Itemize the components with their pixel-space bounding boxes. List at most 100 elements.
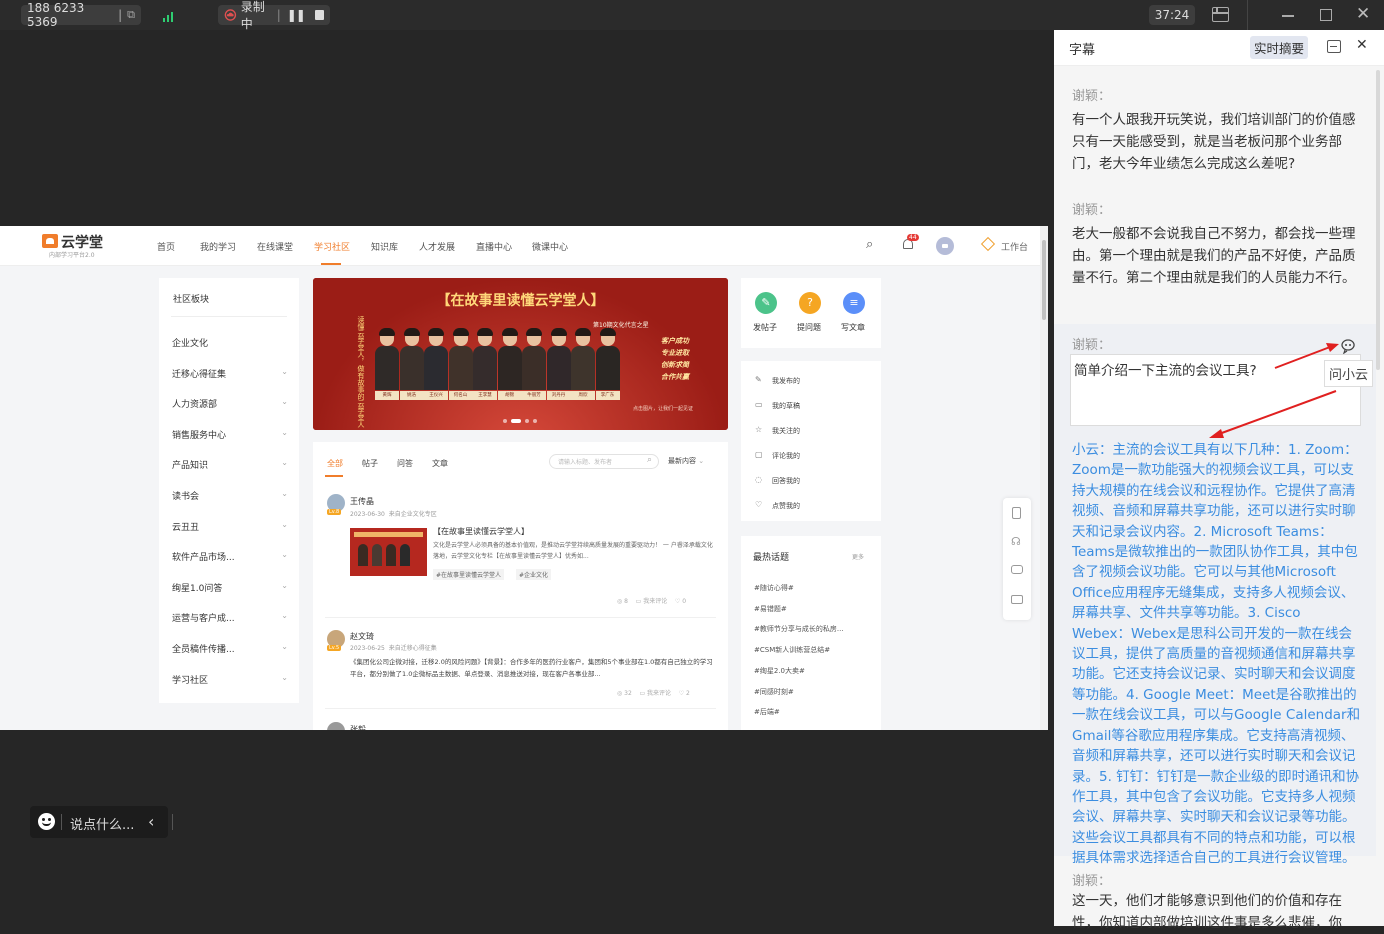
chevron-left-icon[interactable]: ‹ (148, 812, 154, 831)
post-title[interactable]: 【在故事里读懂云学堂人】 (433, 526, 529, 537)
close-icon[interactable]: ✕ (1356, 37, 1368, 53)
post-tag[interactable]: #企业文化 (516, 569, 552, 580)
nav-item-0[interactable]: 首页 (157, 240, 175, 253)
user-center-item[interactable]: 回答我的 (772, 476, 800, 486)
nav-item-6[interactable]: 直播中心 (476, 240, 512, 253)
workbench-link[interactable]: 工作台 (1001, 240, 1028, 253)
hot-topic[interactable]: #随访心得# (754, 583, 874, 593)
user-center-icon: ▭ (755, 400, 763, 409)
carousel-dot[interactable] (525, 419, 529, 423)
carousel-dot[interactable] (533, 419, 537, 423)
summary-button[interactable]: 实时摘要 (1250, 36, 1309, 59)
minimize-icon[interactable] (1282, 15, 1294, 17)
hot-topic[interactable]: #同感时刻# (754, 687, 874, 697)
post-thumbnail[interactable] (350, 528, 427, 576)
sidebar-item[interactable]: 迁移心得征集 ⌄ (172, 367, 288, 380)
divider: | (276, 8, 281, 22)
post-body: 文化是云学堂人必须具备的基本价值观，是推动云学堂持续高质量发展的重要驱动力！ 一… (433, 542, 713, 560)
nav-item-2[interactable]: 在线课堂 (257, 240, 293, 253)
hot-topic[interactable]: #CSM新人训练营总结# (754, 645, 874, 655)
hot-topic[interactable]: #后端# (754, 707, 874, 717)
post-body[interactable]: 《集团化公司企微对接，迁移2.0的风险问题》【背景】：合作多年的医药行业客户，集… (350, 656, 716, 680)
nav-item-1[interactable]: 我的学习 (200, 240, 236, 253)
user-center-item[interactable]: 评论我的 (772, 451, 800, 461)
post-author[interactable]: 赵文琦 (350, 631, 374, 642)
stop-icon[interactable] (314, 10, 324, 20)
page-scrollbar-thumb[interactable] (1042, 240, 1046, 320)
carousel-dot[interactable] (503, 419, 507, 423)
comment-icon[interactable]: ▭ (636, 598, 642, 605)
user-center-item[interactable]: 我关注的 (772, 426, 800, 436)
collapse-icon[interactable] (1327, 40, 1341, 53)
like-icon[interactable]: ♡ (679, 690, 684, 697)
copy-icon[interactable]: ⧉ (127, 8, 135, 22)
sidebar-item[interactable]: 读书会 ⌄ (172, 489, 288, 502)
search-icon[interactable]: ⌕ (647, 455, 652, 465)
feed-search-input[interactable]: 请输入标题、发布者 ⌕ (549, 454, 659, 469)
hot-topic[interactable]: #易错题# (754, 604, 874, 614)
sidebar-item[interactable]: 绚星1.0问答 ⌄ (172, 581, 288, 594)
tab-2[interactable]: 问答 (397, 458, 413, 469)
page-scrollbar-track[interactable] (1040, 226, 1048, 730)
layout-icon[interactable] (1212, 7, 1229, 22)
user-center-item[interactable]: 我的草稿 (772, 401, 800, 411)
action-label[interactable]: 发帖子 (753, 322, 777, 333)
nav-item-5[interactable]: 人才发展 (419, 240, 455, 253)
hot-topic[interactable]: #教师节分享与成长的私房... (754, 624, 874, 634)
search-icon[interactable]: ⌕ (866, 237, 873, 252)
chat-input[interactable]: 说点什么... (70, 814, 134, 833)
panel-scrollbar[interactable] (1376, 70, 1380, 370)
banner-carousel[interactable]: 【在故事里读懂云学堂人】 读懂云学堂人，做有故事的云学堂人 第10期文化代言之星… (313, 278, 728, 430)
pencil-icon[interactable]: ✎ (755, 292, 777, 314)
avatar[interactable] (327, 722, 345, 730)
sidebar-item[interactable]: 产品知识 ⌄ (172, 458, 288, 471)
post-author[interactable]: 王传晶 (350, 496, 374, 507)
sidebar-item[interactable]: 全员稿件传播... ⌄ (172, 642, 288, 655)
avatar[interactable] (936, 237, 954, 255)
sidebar-item[interactable]: 学习社区 ⌄ (172, 673, 288, 686)
close-icon[interactable]: ✕ (1356, 4, 1370, 24)
post-author[interactable]: 张毅 (350, 724, 366, 730)
question-icon[interactable]: ? (799, 292, 821, 314)
user-center-item[interactable]: 点赞我的 (772, 501, 800, 511)
comment-icon[interactable]: ▭ (639, 690, 645, 697)
chat-bar[interactable]: 说点什么... ‹ (30, 806, 173, 838)
nav-item-4[interactable]: 知识库 (371, 240, 398, 253)
post-tag[interactable]: #在故事里读懂云学堂人 (433, 569, 505, 580)
sort-dropdown[interactable]: 最新内容 ⌄ (668, 456, 704, 466)
sidebar-item[interactable]: 运营与客户成... ⌄ (172, 611, 288, 624)
emoji-icon[interactable] (38, 813, 55, 830)
nav-item-3[interactable]: 学习社区 (314, 240, 350, 253)
pause-icon[interactable]: ❚❚ (287, 8, 306, 22)
like-icon[interactable]: ♡ (675, 598, 680, 605)
sidebar-item[interactable]: 人力资源部 ⌄ (172, 397, 288, 410)
tab-1[interactable]: 帖子 (362, 458, 378, 469)
comment-link[interactable]: 我来评论 (643, 598, 667, 605)
sidebar-item[interactable]: 云丑丑 ⌄ (172, 520, 288, 533)
ask-bot-icon[interactable] (1339, 338, 1357, 355)
document-icon[interactable]: ≡ (843, 292, 865, 314)
action-label[interactable]: 提问题 (797, 322, 821, 333)
chat-icon[interactable] (1011, 595, 1023, 604)
user-center-item[interactable]: 我发布的 (772, 376, 800, 386)
tab-0[interactable]: 全部 (327, 458, 343, 469)
sidebar-item[interactable]: 企业文化 (172, 336, 288, 349)
meeting-id-pill[interactable]: 188 6233 5369 | ⧉ (21, 1, 141, 29)
hot-topics-more[interactable]: 更多 (852, 552, 864, 561)
action-label[interactable]: 写文章 (841, 322, 865, 333)
tab-3[interactable]: 文章 (432, 458, 448, 469)
question-input[interactable]: 简单介绍一下主流的会议工具? (1070, 354, 1361, 426)
person-hair (428, 328, 444, 336)
sidebar-item[interactable]: 销售服务中心 ⌄ (172, 428, 288, 441)
carousel-dot-active[interactable] (511, 419, 521, 423)
robot-icon[interactable] (1011, 565, 1023, 574)
logo-title[interactable]: 云学堂 (61, 232, 103, 252)
hot-topic[interactable]: #绚星2.0大卖# (754, 666, 874, 676)
comment-link[interactable]: 我来评论 (647, 690, 671, 697)
headset-icon[interactable]: ☊ (1011, 535, 1021, 548)
person-hair (379, 328, 395, 336)
nav-item-7[interactable]: 微课中心 (532, 240, 568, 253)
maximize-icon[interactable] (1320, 9, 1332, 21)
sidebar-item[interactable]: 软件产品市场... ⌄ (172, 550, 288, 563)
phone-icon[interactable] (1012, 507, 1021, 519)
